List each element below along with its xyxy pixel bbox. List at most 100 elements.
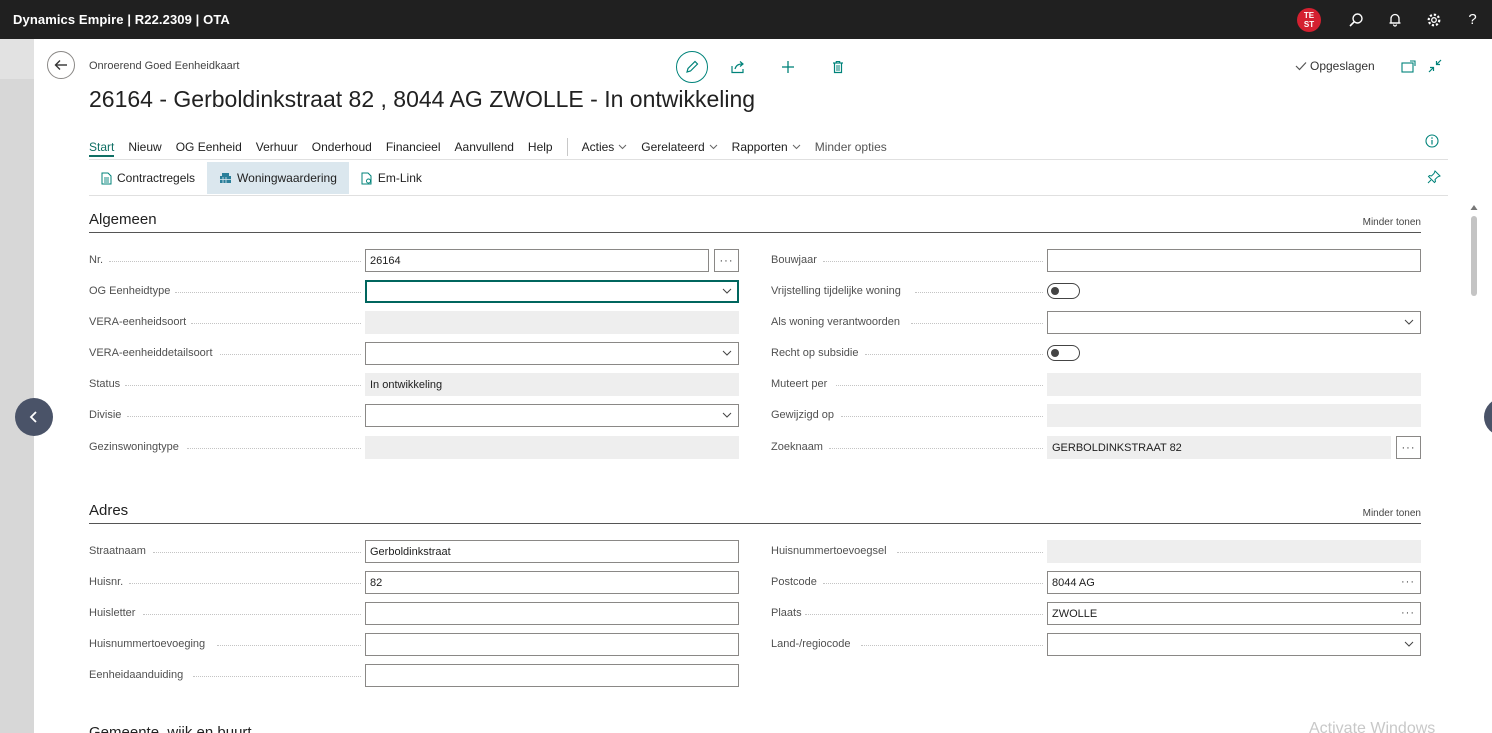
chevron-down-icon [792, 144, 801, 150]
land-regiocode-select[interactable] [1047, 633, 1421, 656]
activate-windows-watermark: Activate Windows [1309, 720, 1436, 733]
section-adres-less[interactable]: Minder tonen [1363, 508, 1421, 519]
plus-icon [782, 61, 794, 73]
og-eenheidtype-select[interactable] [365, 280, 739, 303]
plaats-input[interactable]: ZWOLLE ··· [1047, 602, 1421, 625]
bouwjaar-input[interactable] [1047, 249, 1421, 272]
vera-eenheidsoort-field [365, 311, 739, 334]
contractregels-button[interactable]: Contractregels [89, 162, 207, 194]
section-algemeen-header[interactable]: Algemeen Minder tonen [89, 211, 1421, 233]
woningwaardering-label: Woningwaardering [237, 171, 337, 185]
edit-button[interactable] [676, 51, 708, 83]
search-icon[interactable] [1336, 0, 1375, 39]
field-label: Muteert per [771, 378, 828, 390]
collapse-icon [1428, 59, 1442, 73]
avatar-initials-top: TE [1303, 10, 1315, 20]
nr-lookup-button[interactable]: ··· [714, 249, 739, 272]
als-woning-select[interactable] [1047, 311, 1421, 334]
vera-eenheiddetailsoort-select[interactable] [365, 342, 739, 365]
section-algemeen-less[interactable]: Minder tonen [1363, 217, 1421, 228]
chevron-down-icon [1404, 319, 1414, 325]
menu-help[interactable]: Help [528, 140, 553, 154]
background-strip [0, 39, 34, 733]
field-label: Postcode [771, 576, 817, 588]
straatnaam-input[interactable]: Gerboldinkstraat [365, 540, 739, 563]
menu-nieuw[interactable]: Nieuw [128, 140, 161, 154]
previous-record-button[interactable] [15, 398, 53, 436]
label-dots [217, 645, 361, 646]
document-link-icon [361, 172, 372, 184]
eenheidaanduiding-input[interactable] [365, 664, 739, 687]
postcode-lookup-button[interactable]: ··· [1401, 576, 1415, 588]
pin-button[interactable] [1427, 170, 1441, 189]
menu-og-eenheid[interactable]: OG Eenheid [176, 140, 242, 154]
field-row-status: Status In ontwikkeling [89, 373, 739, 396]
vrijstelling-toggle[interactable] [1047, 283, 1080, 299]
menu-onderhoud[interactable]: Onderhoud [312, 140, 372, 154]
collapse-button[interactable] [1426, 57, 1444, 75]
arrow-left-icon [54, 60, 67, 70]
open-new-window-button[interactable] [1399, 57, 1417, 75]
postcode-input[interactable]: 8044 AG ··· [1047, 571, 1421, 594]
nr-input[interactable]: 26164 [365, 249, 709, 272]
record-actions [676, 51, 868, 83]
field-row-gezinswoningtype: Gezinswoningtype [89, 436, 739, 459]
field-row-vera-eenheidsoort: VERA-eenheidsoort [89, 311, 739, 334]
label-dots [805, 614, 1043, 615]
field-row-gewijzigd-op: Gewijzigd op [771, 404, 1421, 427]
plaats-lookup-button[interactable]: ··· [1401, 607, 1415, 619]
scrollbar[interactable] [1470, 204, 1478, 733]
chevron-left-icon [29, 411, 37, 423]
toggle-knob [1051, 287, 1059, 295]
field-label: OG Eenheidtype [89, 285, 171, 297]
field-row-og-eenheidtype: OG Eenheidtype [89, 280, 739, 303]
recht-op-subsidie-toggle[interactable] [1047, 345, 1080, 361]
field-label: Nr. [89, 254, 104, 266]
bell-icon[interactable] [1375, 0, 1414, 39]
menu-financieel[interactable]: Financieel [386, 140, 441, 154]
scrollbar-thumb[interactable] [1471, 216, 1477, 296]
menu-acties[interactable]: Acties [582, 140, 628, 154]
em-link-button[interactable]: Em-Link [349, 162, 434, 194]
field-label: Huisnr. [89, 576, 124, 588]
info-button[interactable] [1425, 134, 1439, 153]
field-row-huisnr: Huisnr. 82 [89, 571, 739, 594]
menu-aanvullend[interactable]: Aanvullend [455, 140, 514, 154]
huisnummertoevoeging-input[interactable] [365, 633, 739, 656]
scroll-up-icon[interactable] [1470, 204, 1478, 212]
huisnr-input[interactable]: 82 [365, 571, 739, 594]
share-button[interactable] [718, 51, 758, 83]
label-dots [191, 323, 361, 324]
section-adres-header[interactable]: Adres Minder tonen [89, 502, 1421, 524]
help-icon[interactable]: ? [1453, 0, 1492, 39]
field-label: VERA-eenheidsoort [89, 316, 187, 328]
avatar[interactable]: TE ST [1297, 7, 1321, 32]
pin-icon [1427, 170, 1441, 184]
field-label: Huisnummertoevoegsel [771, 545, 887, 557]
menu-minder-opties[interactable]: Minder opties [815, 140, 887, 154]
menu-acties-label: Acties [581, 140, 615, 154]
background-band [0, 39, 34, 79]
checkmark-icon [1295, 62, 1307, 71]
field-label: Plaats [771, 607, 802, 619]
menu-start[interactable]: Start [89, 140, 115, 157]
new-record-button[interactable] [768, 51, 808, 83]
label-dots [836, 385, 1043, 386]
field-row-plaats: Plaats ZWOLLE ··· [771, 602, 1421, 625]
section-gemeente-title[interactable]: Gemeente, wijk en buurt [89, 724, 252, 733]
menu-gerelateerd[interactable]: Gerelateerd [641, 140, 718, 154]
field-label: VERA-eenheiddetailsoort [89, 347, 213, 359]
field-row-zoeknaam: Zoeknaam GERBOLDINKSTRAAT 82 ··· [771, 436, 1421, 459]
huisletter-input[interactable] [365, 602, 739, 625]
divisie-select[interactable] [365, 404, 739, 427]
delete-button[interactable] [818, 51, 858, 83]
back-button[interactable] [47, 51, 75, 79]
zoeknaam-lookup-button[interactable]: ··· [1396, 436, 1421, 459]
woningwaardering-button[interactable]: Woningwaardering [207, 162, 349, 194]
menu-verhuur[interactable]: Verhuur [256, 140, 298, 154]
action-menu: Start Nieuw OG Eenheid Verhuur Onderhoud… [89, 135, 1448, 159]
gear-icon[interactable] [1414, 0, 1453, 39]
menu-rapporten[interactable]: Rapporten [732, 140, 801, 154]
field-label: Land-/regiocode [771, 638, 851, 650]
app-bar: Dynamics Empire | R22.2309 | OTA TE ST ? [0, 0, 1492, 39]
